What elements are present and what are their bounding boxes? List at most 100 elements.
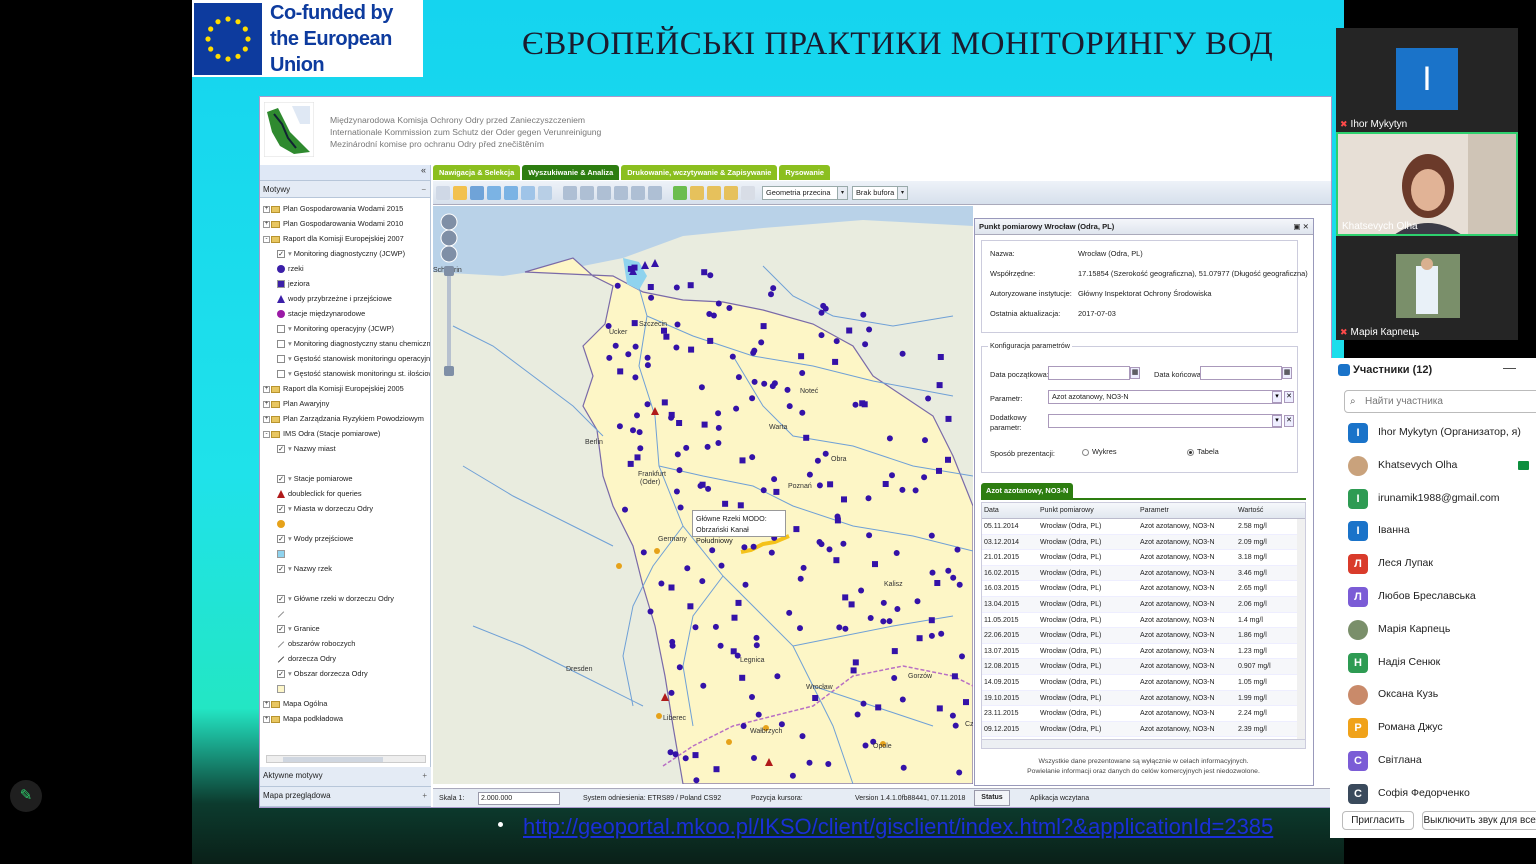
expand-icon[interactable]: + bbox=[263, 205, 270, 213]
layer-checkbox[interactable]: ✓ bbox=[277, 625, 285, 634]
layer-checkbox[interactable]: ✓ bbox=[277, 565, 285, 574]
participant-row[interactable]: Марія Карпець bbox=[1348, 619, 1536, 640]
layer-checkbox[interactable]: ✓ bbox=[277, 445, 285, 454]
layer-tree-item[interactable]: ▾ Gęstość stanowisk monitoringu operacyj… bbox=[260, 351, 430, 366]
layer-tree-item[interactable] bbox=[260, 681, 430, 696]
expand-icon[interactable]: + bbox=[263, 220, 270, 228]
pan-hand-icon[interactable] bbox=[453, 185, 467, 200]
layer-tree-item[interactable] bbox=[260, 576, 430, 591]
participant-row[interactable]: Л Леся Лупак bbox=[1348, 554, 1536, 575]
participant-row[interactable]: С Софія Федорченко bbox=[1348, 783, 1536, 804]
layer-tree-item[interactable]: ✓ ▾ Stacje pomiarowe bbox=[260, 471, 430, 486]
column-header-station[interactable]: Punkt pomiarowy bbox=[1040, 503, 1138, 519]
column-header-value[interactable]: Wartość bbox=[1238, 503, 1294, 519]
participant-row[interactable]: Н Надія Сенюк bbox=[1348, 652, 1536, 673]
select-polygon-icon[interactable] bbox=[614, 185, 628, 200]
overview-map-section[interactable]: Mapa przeglądowa + bbox=[260, 787, 431, 807]
geometry-select[interactable]: Geometria przecina ▾ bbox=[762, 185, 848, 200]
zoom-in-icon[interactable] bbox=[487, 185, 501, 200]
video-tile-ihor[interactable]: I ✖ Ihor Mykytyn bbox=[1336, 28, 1518, 132]
layer-checkbox[interactable] bbox=[277, 370, 285, 379]
table-row[interactable]: 05.11.2014 Wrocław (Odra, PL) Azot azotano… bbox=[982, 519, 1305, 535]
participant-row[interactable]: I Ihor Mykytyn (Организатор, я) bbox=[1348, 423, 1536, 443]
scale-input[interactable]: 2.000.000 bbox=[478, 792, 560, 805]
layer-tree-item[interactable]: ✓ ▾ Wody przejściowe bbox=[260, 531, 430, 546]
collapse-icon[interactable]: - bbox=[263, 430, 270, 438]
close-icon[interactable]: ✕ bbox=[1303, 222, 1309, 231]
select-line-icon[interactable] bbox=[597, 185, 611, 200]
radio-chart[interactable]: Wykres bbox=[1082, 447, 1117, 456]
layer-tree-item[interactable] bbox=[260, 546, 430, 561]
layer-tree-item[interactable]: + Mapa Ogólna bbox=[260, 696, 430, 711]
table-row[interactable]: 14.09.2015 Wrocław (Odra, PL) Azot azotano… bbox=[982, 675, 1305, 691]
results-horizontal-scrollbar[interactable] bbox=[982, 739, 1305, 748]
expand-icon[interactable]: + bbox=[263, 385, 270, 393]
layer-tree-item[interactable] bbox=[260, 516, 430, 531]
select-buffer-icon[interactable] bbox=[648, 185, 662, 200]
parameter-clear-icon[interactable]: ✕ bbox=[1284, 391, 1294, 403]
layer-checkbox[interactable] bbox=[277, 325, 285, 334]
select-circle-icon[interactable] bbox=[631, 185, 645, 200]
layer-tree-item[interactable]: ✓ ▾ Główne rzeki w dorzeczu Odry bbox=[260, 591, 430, 606]
layer-tree-item[interactable]: dorzecza Odry bbox=[260, 651, 430, 666]
layer-tree-item[interactable]: rzeki bbox=[260, 261, 430, 276]
layer-tree-item[interactable]: jeziora bbox=[260, 276, 430, 291]
participant-row[interactable]: Khatsevych Olha bbox=[1348, 455, 1536, 476]
layer-checkbox[interactable]: ✓ bbox=[277, 250, 285, 259]
buffer-select[interactable]: Brak bufora ▾ bbox=[852, 185, 908, 200]
measure-distance-icon[interactable] bbox=[690, 185, 704, 200]
video-tile-khatsevych[interactable]: Khatsevych Olha bbox=[1336, 132, 1518, 236]
table-row[interactable]: 13.07.2015 Wrocław (Odra, PL) Azot azotano… bbox=[982, 644, 1305, 660]
participant-search-input[interactable]: ⌕ Найти участника bbox=[1344, 390, 1536, 413]
parameter-select[interactable]: Azot azotanowy, NO3-N bbox=[1048, 390, 1282, 404]
layer-tree-item[interactable]: ✓ ▾ Nazwy rzek bbox=[260, 561, 430, 576]
date-end-input[interactable] bbox=[1200, 366, 1282, 380]
zoom-out-icon[interactable] bbox=[504, 185, 518, 200]
layer-checkbox[interactable] bbox=[277, 355, 285, 364]
layer-tree-item[interactable]: ✓ ▾ Monitoring diagnostyczny (JCWP) bbox=[260, 246, 430, 261]
layer-tree-item[interactable]: ✓ ▾ Obszar dorzecza Odry bbox=[260, 666, 430, 681]
table-row[interactable]: 16.03.2015 Wrocław (Odra, PL) Azot azotano… bbox=[982, 581, 1305, 597]
collapse-icon[interactable]: - bbox=[263, 235, 270, 243]
layer-checkbox[interactable] bbox=[277, 340, 285, 349]
clear-selection-icon[interactable] bbox=[741, 185, 755, 200]
extra-parameter-select[interactable] bbox=[1048, 414, 1282, 428]
measure-area-icon[interactable] bbox=[707, 185, 721, 200]
layer-tree-item[interactable] bbox=[260, 456, 430, 471]
layer-tree-item[interactable]: wody przybrzeżne i przejściowe bbox=[260, 291, 430, 306]
invite-button[interactable]: Пригласить bbox=[1342, 811, 1414, 830]
table-row[interactable]: 23.11.2015 Wrocław (Odra, PL) Azot azotano… bbox=[982, 706, 1305, 722]
layer-tree-item[interactable]: + Plan Gospodarowania Wodami 2015 bbox=[260, 201, 430, 216]
annotate-pencil-button[interactable]: ✎ bbox=[10, 780, 42, 812]
layer-tree-item[interactable]: + Mapa podkładowa bbox=[260, 711, 430, 726]
layer-tree-item[interactable]: + Plan Zarządzania Ryzykiem Powodziowym bbox=[260, 411, 430, 426]
participant-row[interactable]: І Іванна bbox=[1348, 521, 1536, 542]
layer-tree-item[interactable]: ▾ Monitoring diagnostyczny stanu chemicz… bbox=[260, 336, 430, 351]
mute-all-button[interactable]: Выключить звук для всех bbox=[1422, 811, 1536, 830]
select-rectangle-icon[interactable] bbox=[580, 185, 594, 200]
layer-checkbox[interactable]: ✓ bbox=[277, 595, 285, 604]
table-row[interactable]: 12.08.2015 Wrocław (Odra, PL) Azot azotano… bbox=[982, 659, 1305, 675]
table-row[interactable]: 13.04.2015 Wrocław (Odra, PL) Azot azotano… bbox=[982, 596, 1305, 613]
select-point-icon[interactable] bbox=[563, 185, 577, 200]
layer-checkbox[interactable]: ✓ bbox=[277, 505, 285, 514]
layer-tree-item[interactable]: - Raport dla Komisji Europejskiej 2007 bbox=[260, 231, 430, 246]
map-canvas[interactable]: SchwerinSzczecinBerlinFrankfurt(Oder)Poz… bbox=[433, 206, 973, 784]
active-layers-section[interactable]: Aktywne motywy + bbox=[260, 767, 431, 787]
result-tab[interactable]: Azot azotanowy, NO3-N bbox=[981, 483, 1074, 498]
layer-tree-item[interactable]: stacje międzynarodowe bbox=[260, 306, 430, 321]
measure-angle-icon[interactable] bbox=[724, 185, 738, 200]
layer-tree-item[interactable]: - IMS Odra (Stacje pomiarowe) bbox=[260, 426, 430, 441]
status-tab[interactable]: Status bbox=[974, 790, 1010, 806]
parameter-dropdown-icon[interactable]: ▾ bbox=[1272, 391, 1282, 403]
table-row[interactable]: 16.02.2015 Wrocław (Odra, PL) Azot azotano… bbox=[982, 565, 1305, 582]
layer-tree-item[interactable]: ✓ ▾ Nazwy miast bbox=[260, 441, 430, 456]
layer-tree-item[interactable]: + Plan Gospodarowania Wodami 2010 bbox=[260, 216, 430, 231]
geoportal-link[interactable]: http://geoportal.mkoo.pl/IKSO/client/gis… bbox=[523, 814, 1273, 840]
tab-0[interactable]: Nawigacja & Selekcja bbox=[433, 165, 521, 180]
participant-row[interactable]: Р Романа Джус bbox=[1348, 718, 1536, 739]
zoom-box-icon[interactable] bbox=[521, 185, 535, 200]
layer-checkbox[interactable]: ✓ bbox=[277, 475, 285, 484]
expand-icon[interactable]: + bbox=[263, 415, 270, 423]
map-navigation-control[interactable] bbox=[439, 212, 459, 382]
